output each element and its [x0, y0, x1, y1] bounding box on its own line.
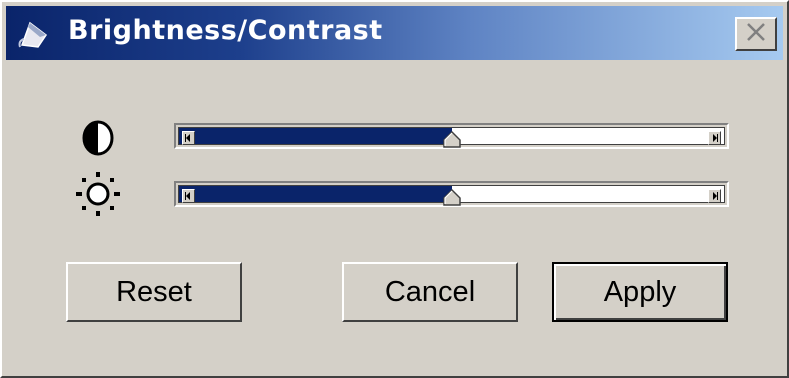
contrast-slider-track[interactable] [178, 127, 725, 148]
title-bar[interactable]: Brightness/Contrast [6, 6, 783, 60]
brightness-slider-fill [179, 186, 452, 202]
brightness-slider-track[interactable] [178, 185, 725, 206]
contrast-slider-thumb[interactable] [442, 130, 461, 148]
apply-button[interactable]: Apply [552, 262, 728, 322]
window-title: Brightness/Contrast [68, 15, 383, 46]
brightness-slider[interactable] [174, 181, 729, 207]
cancel-button[interactable]: Cancel [342, 262, 518, 322]
contrast-icon [74, 118, 122, 163]
brightness-decrease-button[interactable] [182, 189, 195, 203]
paint-bucket-icon [16, 17, 50, 51]
contrast-slider-fill [179, 128, 452, 144]
contrast-slider[interactable] [174, 123, 729, 149]
contrast-increase-button[interactable] [708, 131, 721, 145]
contrast-decrease-button[interactable] [182, 131, 195, 145]
brightness-slider-thumb[interactable] [442, 188, 461, 206]
brightness-contrast-dialog: Brightness/Contrast Reset Cancel Apply [0, 0, 789, 378]
close-icon [745, 22, 767, 47]
reset-button[interactable]: Reset [66, 262, 242, 322]
close-button[interactable] [735, 17, 777, 51]
brightness-sun-icon [68, 168, 128, 225]
brightness-increase-button[interactable] [708, 189, 721, 203]
